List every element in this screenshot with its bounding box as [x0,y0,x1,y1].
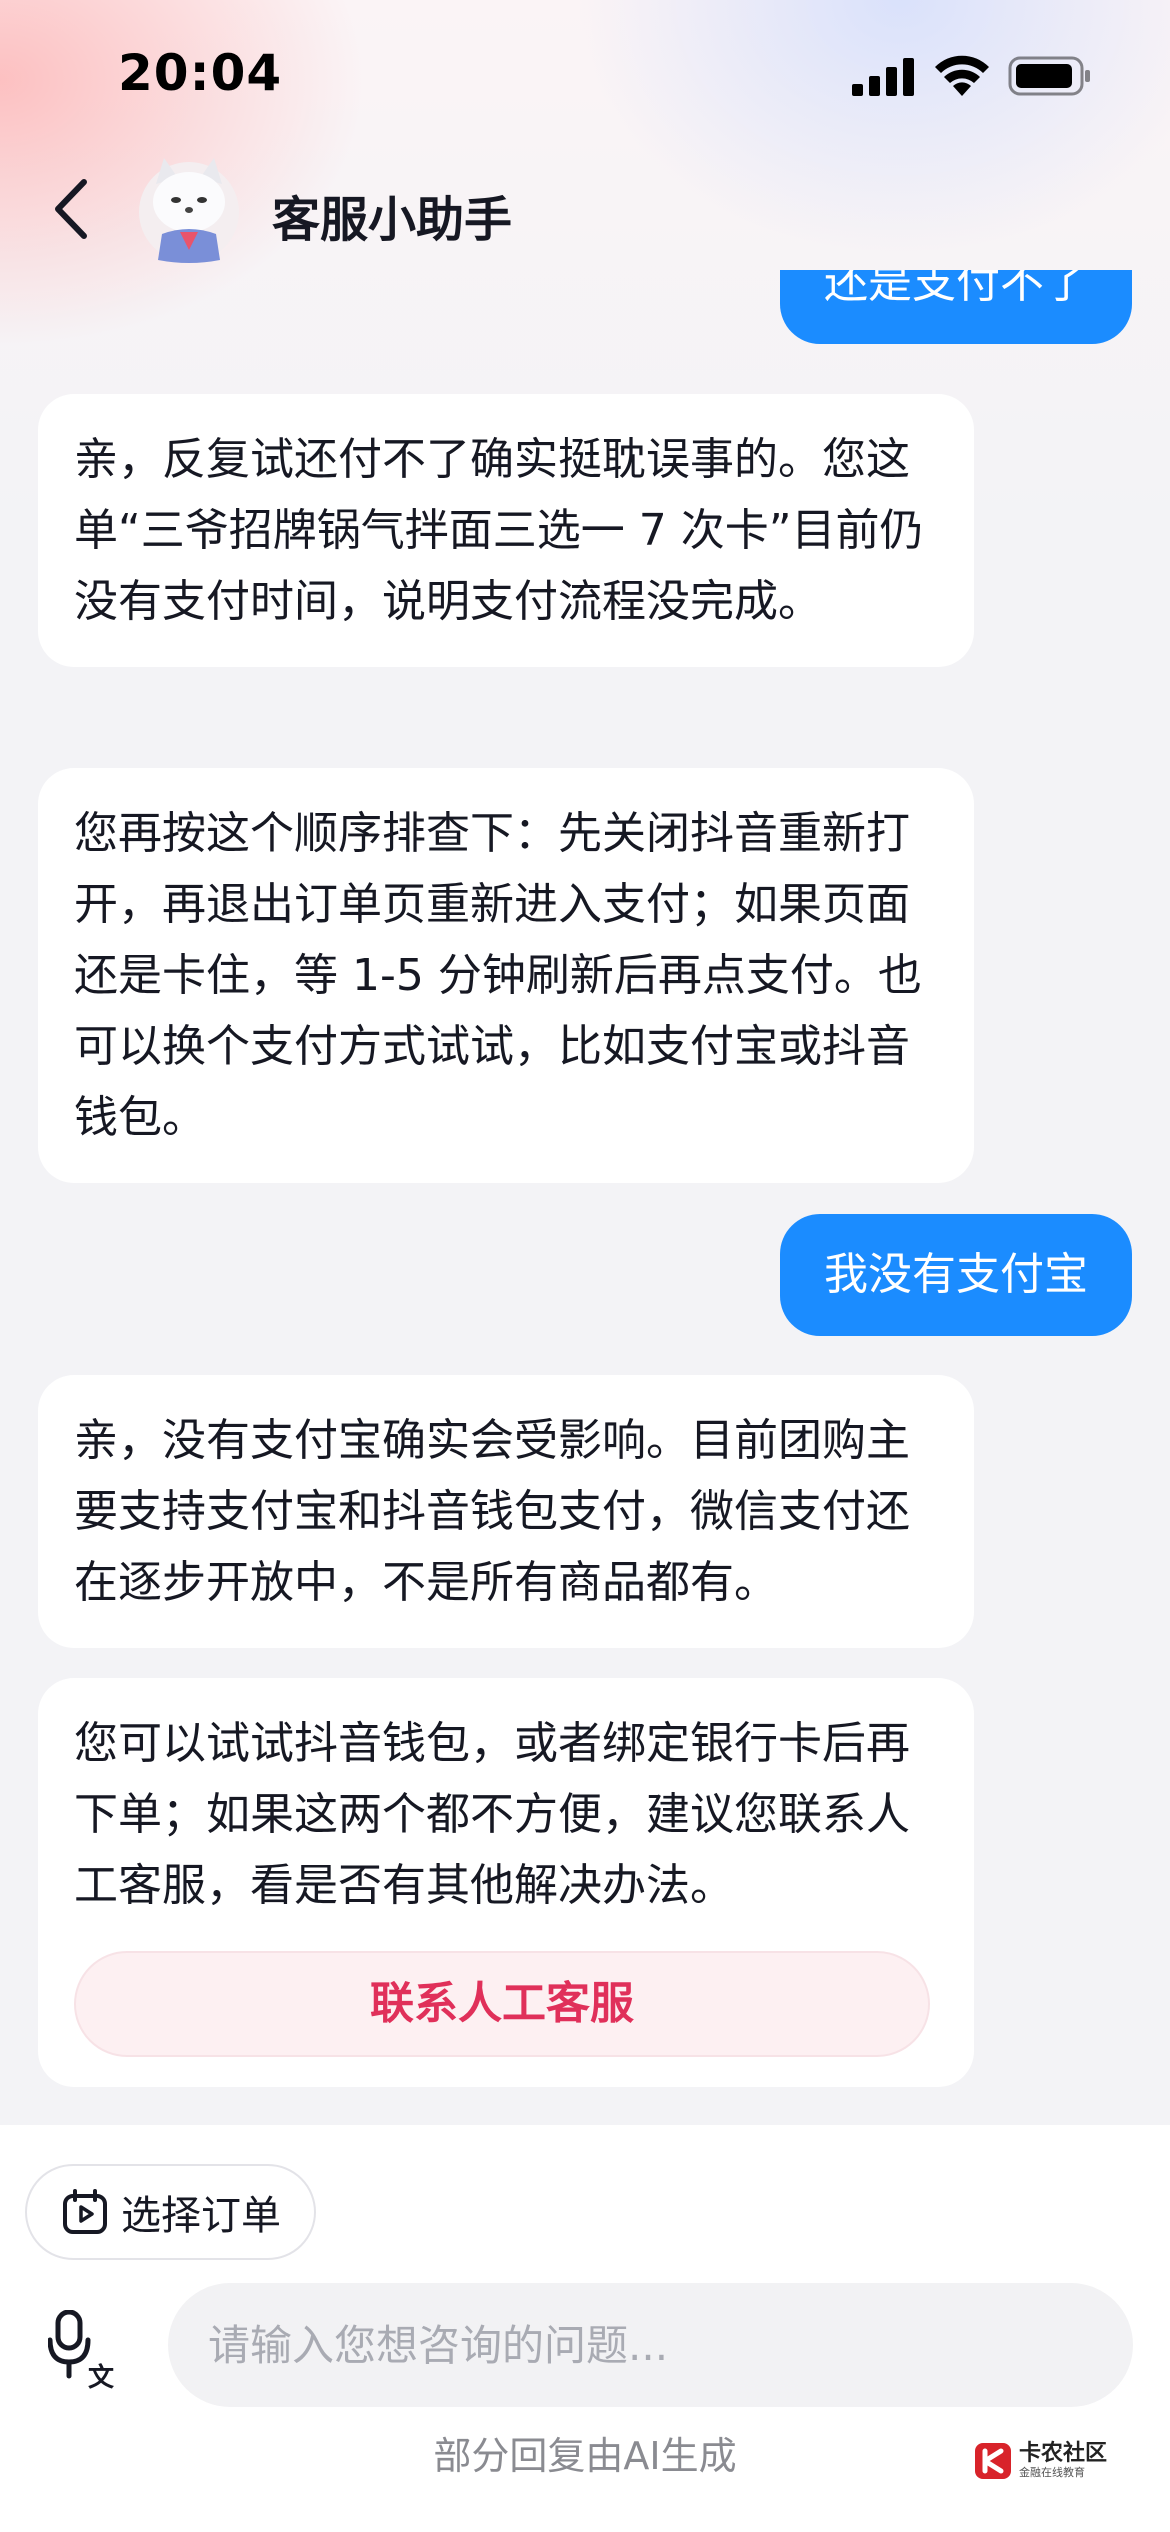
svg-text:文: 文 [88,2362,115,2390]
battery-icon [1008,56,1090,96]
bot-message: 亲，反复试还付不了确实挺耽误事的。您这单“三爷招牌锅气拌面三选一 7 次卡”目前… [38,394,974,667]
bot-message: 亲，没有支付宝确实会受影响。目前团购主要支持支付宝和抖音钱包支付，微信支付还在逐… [38,1375,974,1648]
assistant-avatar[interactable] [134,154,244,266]
watermark-subtitle: 金融在线教育 [1019,2466,1085,2479]
page-title: 客服小助手 [272,192,513,248]
user-message: 还是支付不了 [780,270,1132,344]
watermark: 卡农社区 金融在线教育 [973,2433,1133,2489]
input-panel: 选择订单 文 部分回复由AI生成 卡农社区 金融在线教育 [0,2125,1170,2532]
kanong-logo-icon [975,2443,1011,2479]
bot-message-with-action: 您可以试试抖音钱包，或者绑定银行卡后再下单；如果这两个都不方便，建议您联系人工客… [38,1678,974,2087]
watermark-name: 卡农社区 [1019,2441,1108,2466]
order-icon [63,2189,107,2234]
back-icon[interactable] [46,176,96,242]
status-bar: 20:04 [0,0,1170,150]
bot-message: 您再按这个顺序排查下：先关闭抖音重新打开，再退出订单页重新进入支付；如果页面还是… [38,768,974,1183]
message-input[interactable] [208,2320,1088,2370]
user-message: 我没有支付宝 [780,1214,1132,1336]
signal-icon [852,58,914,96]
wifi-icon [935,55,989,96]
chat-header: 客服小助手 [0,150,1170,270]
message-input-container[interactable] [168,2283,1133,2407]
chat-messages[interactable]: 还是支付不了 亲，反复试还付不了确实挺耽误事的。您这单“三爷招牌锅气拌面三选一 … [0,270,1170,2125]
bot-message-text: 您可以试试抖音钱包，或者绑定银行卡后再下单；如果这两个都不方便，建议您联系人工客… [74,1718,910,1911]
select-order-label: 选择订单 [121,2193,281,2239]
contact-human-agent-button[interactable]: 联系人工客服 [74,1951,930,2057]
select-order-button[interactable]: 选择订单 [25,2164,316,2260]
status-time: 20:04 [118,44,283,102]
voice-translate-icon[interactable]: 文 [48,2310,120,2390]
